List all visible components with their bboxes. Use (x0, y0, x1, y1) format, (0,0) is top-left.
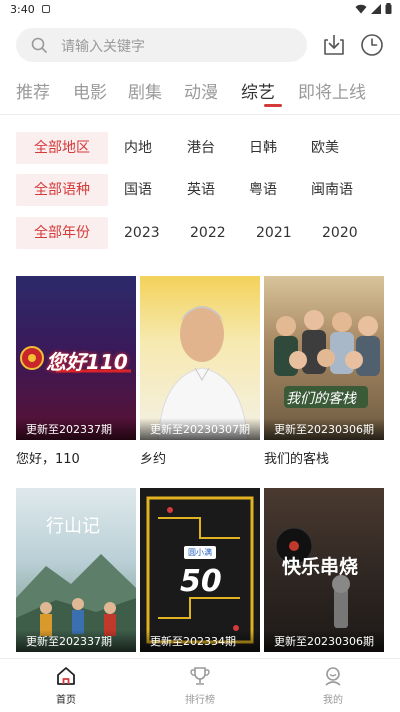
language-filter-row: 全部语种 国语 英语 粤语 闽南语 (16, 174, 386, 206)
status-bar: 3:40 (0, 0, 400, 20)
notification-icon (42, 5, 50, 13)
search-placeholder: 请输入关键字 (61, 39, 145, 55)
year-filter-row: 全部年份 2023 2022 2021 2020 (16, 217, 386, 249)
nav-label: 我的 (323, 695, 343, 706)
poster[interactable]: 更新至20230307期 (140, 276, 260, 440)
region-filter-row: 全部地区 内地 港台 日韩 欧美 (16, 132, 386, 164)
region-option[interactable]: 内地 (124, 132, 152, 164)
battery-icon (385, 3, 392, 14)
poster-title: 您好110 (46, 350, 128, 374)
nav-profile[interactable]: 我的 (303, 665, 363, 706)
region-option[interactable]: 日韩 (249, 132, 277, 164)
episode-update: 更新至202334期 (150, 635, 236, 648)
wifi-icon (355, 4, 367, 13)
poster-title: 行山记 (46, 516, 100, 537)
region-filter-all[interactable]: 全部地区 (16, 132, 108, 164)
region-option[interactable]: 港台 (187, 132, 215, 164)
tab-series[interactable]: 剧集 (128, 78, 162, 103)
trophy-icon (190, 667, 210, 685)
poster[interactable]: 我们的客栈 更新至20230306期 (264, 276, 384, 440)
search-input[interactable]: 请输入关键字 (16, 28, 307, 62)
show-title[interactable]: 您好，110 (16, 448, 80, 467)
year-option[interactable]: 2023 (124, 217, 160, 249)
year-option[interactable]: 2022 (190, 217, 226, 249)
poster-title: 我们的客栈 (286, 391, 356, 407)
show-card-hiking[interactable]: 行山记 更新至202337期 (16, 488, 136, 652)
show-card-hello-110[interactable]: 您好110 更新至202337期 您好，110 (16, 276, 136, 467)
nav-ranking[interactable]: 排行榜 (170, 665, 230, 706)
poster[interactable]: 行山记 更新至202337期 (16, 488, 136, 652)
divider (0, 114, 400, 115)
poster[interactable]: 快乐串烧 更新至20230306期 (264, 488, 384, 652)
year-filter-all[interactable]: 全部年份 (16, 217, 108, 249)
show-card-our-inn[interactable]: 我们的客栈 更新至20230306期 我们的客栈 (264, 276, 384, 467)
nav-label: 排行榜 (185, 695, 215, 706)
category-tabs: 推荐 电影 剧集 动漫 综艺 即将上线 (16, 78, 400, 108)
cast-group-image (274, 310, 380, 408)
tab-variety[interactable]: 综艺 (241, 78, 275, 103)
episode-update: 更新至20230306期 (274, 423, 374, 436)
year-option[interactable]: 2021 (256, 217, 292, 249)
nav-label: 首页 (56, 695, 76, 706)
tab-recommend[interactable]: 推荐 (16, 78, 50, 103)
poster-badge: 圆小满 (184, 546, 216, 559)
language-option[interactable]: 粤语 (249, 174, 277, 206)
language-option[interactable]: 国语 (124, 174, 152, 206)
host-portrait (157, 306, 249, 440)
episode-update: 更新至20230306期 (274, 635, 374, 648)
home-icon (57, 667, 75, 685)
poster[interactable]: 圆小满 50 更新至202334期 (140, 488, 260, 652)
download-icon[interactable] (321, 32, 347, 58)
poster-title: 50 (180, 564, 222, 599)
show-card-xiangyue[interactable]: 更新至20230307期 乡约 (140, 276, 260, 467)
episode-update: 更新至20230307期 (150, 423, 250, 436)
active-tab-indicator (264, 104, 282, 107)
poster[interactable]: 您好110 更新至202337期 (16, 276, 136, 440)
bottom-nav: 首页 排行榜 我的 (0, 658, 400, 712)
tab-movies[interactable]: 电影 (73, 78, 107, 103)
nav-home[interactable]: 首页 (36, 665, 96, 706)
profile-icon (325, 667, 341, 686)
language-option[interactable]: 闽南语 (311, 174, 353, 206)
language-option[interactable]: 英语 (187, 174, 215, 206)
region-option[interactable]: 欧美 (311, 132, 339, 164)
signal-icon (371, 3, 381, 14)
tab-coming-soon[interactable]: 即将上线 (298, 78, 366, 103)
show-card-happy-medley[interactable]: 快乐串烧 更新至20230306期 (264, 488, 384, 652)
show-title[interactable]: 乡约 (140, 448, 166, 467)
year-option[interactable]: 2020 (322, 217, 358, 249)
episode-update: 更新至202337期 (26, 423, 112, 436)
show-card-50[interactable]: 圆小满 50 更新至202334期 (140, 488, 260, 652)
status-time: 3:40 (10, 3, 35, 16)
history-icon[interactable] (359, 32, 385, 58)
language-filter-all[interactable]: 全部语种 (16, 174, 108, 206)
poster-title: 快乐串烧 (282, 556, 359, 578)
tab-anime[interactable]: 动漫 (184, 78, 218, 103)
search-icon (31, 37, 47, 53)
episode-update: 更新至202337期 (26, 635, 112, 648)
show-title[interactable]: 我们的客栈 (264, 448, 329, 467)
